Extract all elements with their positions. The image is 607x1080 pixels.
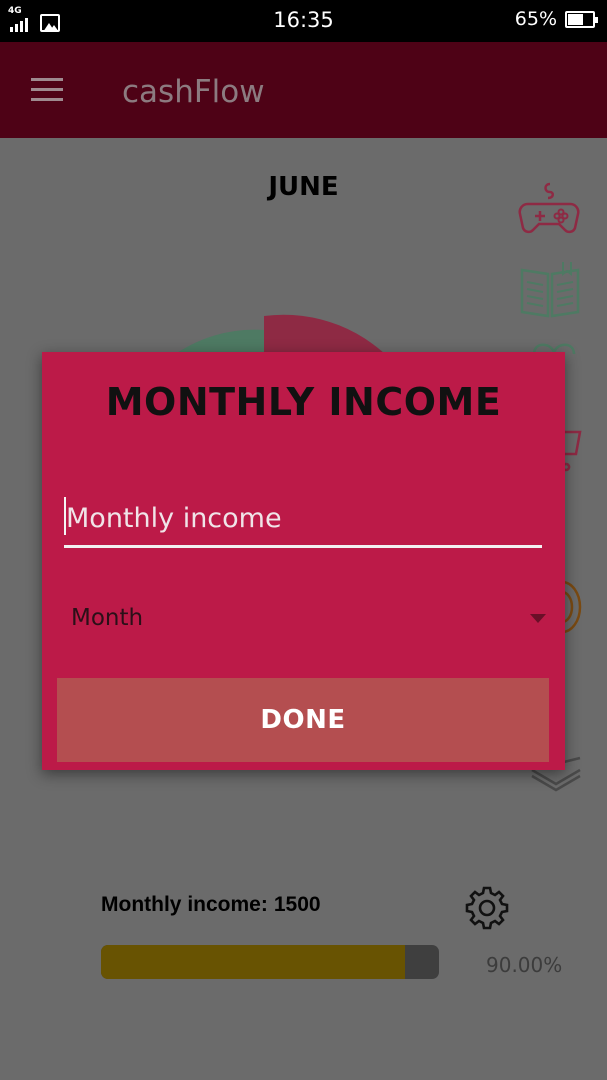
month-dropdown[interactable]: Month [70,600,546,640]
income-progress-bar [101,945,439,979]
book-icon[interactable] [519,258,581,320]
text-cursor [64,497,66,535]
progress-percent: 90.00% [486,953,563,977]
monthly-income-summary: Monthly income: 1500 [101,893,321,917]
dropdown-arrow-icon [530,614,546,623]
done-button[interactable]: DONE [57,678,549,762]
monthly-income-dialog: MONTHLY INCOME Month DONE [42,352,565,770]
progress-fill [101,945,406,979]
dialog-title: MONTHLY INCOME [105,380,502,424]
month-dropdown-value: Month [71,605,144,631]
income-label: Monthly income: [101,893,268,916]
gamepad-icon[interactable] [518,180,580,242]
monthly-income-input[interactable] [64,492,542,548]
income-value: 1500 [273,893,321,916]
gear-icon[interactable] [464,885,510,931]
